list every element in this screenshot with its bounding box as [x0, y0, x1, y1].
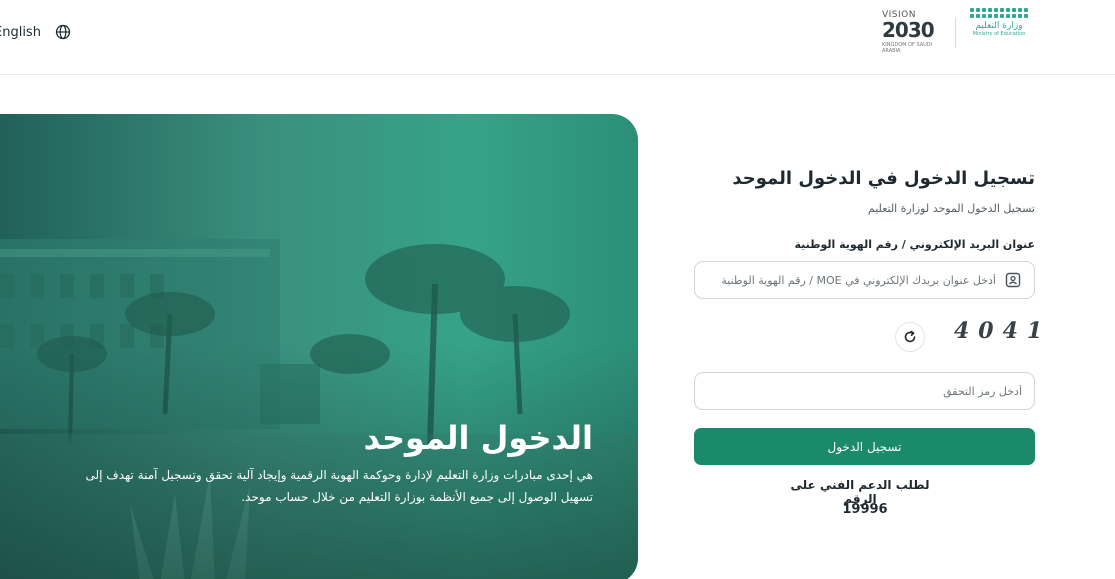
hero-overlay — [0, 344, 638, 579]
form-subtitle: تسجيل الدخول الموحد لوزارة التعليم — [867, 202, 1035, 215]
top-header: English VISION 2030 KINGDOM OF SAUDI ARA… — [0, 0, 1115, 75]
email-field-container[interactable] — [694, 261, 1035, 299]
globe-icon[interactable] — [55, 24, 71, 40]
logo-divider — [955, 18, 956, 48]
hero-description: هي إحدى مبادرات وزارة التعليم لإدارة وحو… — [85, 468, 593, 504]
email-input[interactable] — [716, 273, 996, 287]
id-card-icon — [1005, 272, 1021, 288]
hero-banner: الدخول الموحد هي إحدى مبادرات وزارة التع… — [0, 114, 638, 579]
language-label[interactable]: English — [0, 25, 41, 40]
refresh-captcha-button[interactable] — [895, 322, 925, 352]
verification-code-input[interactable] — [742, 384, 1022, 398]
ministry-name-ar: وزارة التعليم — [975, 21, 1023, 31]
ministry-logo: وزارة التعليم Ministry of Education — [966, 8, 1032, 58]
otp-field-container[interactable] — [694, 372, 1035, 410]
form-title: تسجيل الدخول في الدخول الموحد — [732, 168, 1035, 189]
vision-2030-logo: VISION 2030 KINGDOM OF SAUDI ARABIA — [882, 10, 946, 56]
email-field-label: عنوان البريد الإلكتروني / رقم الهوية الو… — [794, 238, 1035, 251]
support-number: 19996 — [842, 502, 888, 517]
login-button[interactable]: تسجيل الدخول — [694, 428, 1035, 465]
vision-year: 2030 — [882, 18, 935, 42]
captcha-code: 4041 — [954, 318, 1052, 344]
ministry-name-en: Ministry of Education — [972, 31, 1026, 37]
hero-title: الدخول الموحد — [363, 419, 593, 457]
ministry-logo-mark — [969, 8, 1029, 18]
vision-subtitle: KINGDOM OF SAUDI ARABIA — [882, 42, 933, 54]
language-switcher[interactable]: English — [0, 22, 71, 42]
refresh-icon — [904, 330, 916, 343]
